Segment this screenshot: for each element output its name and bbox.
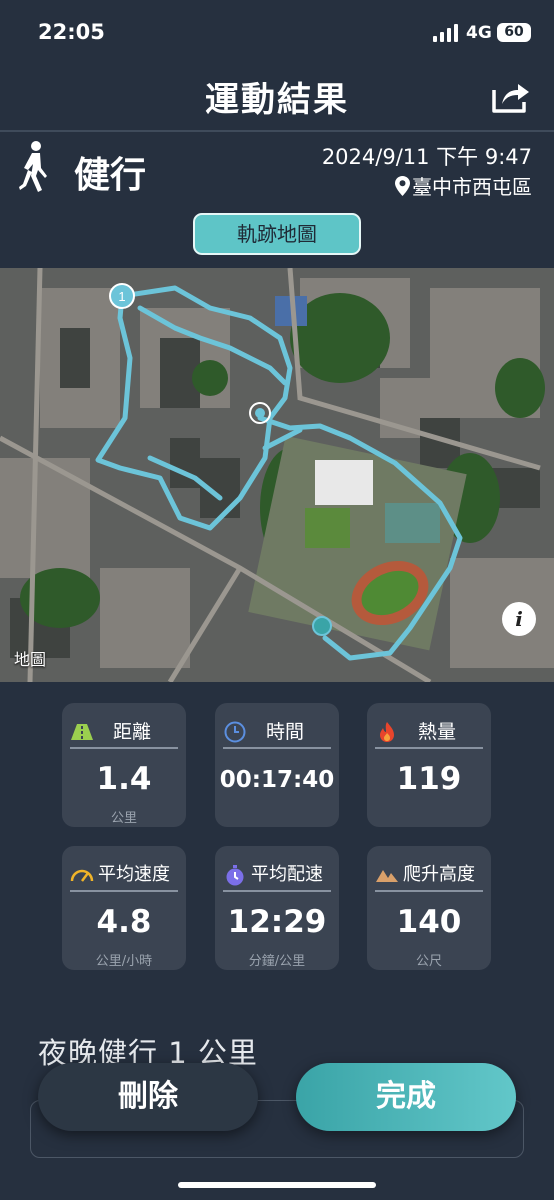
location-label: 臺中市西屯區 xyxy=(412,175,532,199)
status-bar: 22:05 4G 60 xyxy=(0,0,554,62)
stat-value: 12:29 xyxy=(227,904,327,940)
signal-icon xyxy=(433,24,458,42)
road-icon xyxy=(71,724,93,740)
stat-value: 00:17:40 xyxy=(219,767,335,793)
stat-header: 平均速度 xyxy=(70,856,178,892)
stat-header: 爬升高度 xyxy=(375,856,483,892)
page-title: 運動結果 xyxy=(205,80,349,120)
stat-value: 140 xyxy=(396,904,462,940)
activity-datetime: 2024/9/11 下午 9:47 xyxy=(321,145,532,169)
delete-button[interactable]: 刪除 xyxy=(38,1063,258,1131)
map-attribution: 地圖 xyxy=(14,646,46,670)
stat-header: 平均配速 xyxy=(223,856,331,892)
stat-card-avg-speed: 平均速度 4.8 公里/小時 xyxy=(62,846,186,970)
speedometer-icon xyxy=(70,869,94,882)
map-attribution-label: 地圖 xyxy=(14,650,47,669)
activity-location: 臺中市西屯區 xyxy=(395,171,532,200)
share-icon[interactable] xyxy=(490,78,532,114)
stat-label: 平均速度 xyxy=(98,864,170,885)
stat-label: 平均配速 xyxy=(251,864,323,885)
walker-icon xyxy=(19,141,47,192)
home-indicator[interactable] xyxy=(178,1182,376,1188)
stat-unit: 公里 xyxy=(110,811,137,826)
stat-header: 距離 xyxy=(70,713,178,749)
map-satellite-image: 1 xyxy=(0,268,554,682)
stat-card-calories: 熱量 119 xyxy=(367,703,491,827)
battery-level: 60 xyxy=(504,24,524,40)
network-label: 4G xyxy=(466,23,492,43)
stat-value: 1.4 xyxy=(96,761,152,797)
tab-track-map[interactable]: 軌跡地圖 xyxy=(193,213,361,255)
activity-type: 健行 xyxy=(74,155,147,196)
flame-icon xyxy=(380,722,394,742)
stat-label: 時間 xyxy=(265,720,304,743)
route-start-label: 1 xyxy=(118,289,125,304)
header-divider xyxy=(0,130,554,132)
clock-icon xyxy=(224,721,246,743)
stat-card-avg-pace: 平均配速 12:29 分鐘/公里 xyxy=(215,846,339,970)
stat-header: 熱量 xyxy=(375,713,483,749)
route-map[interactable]: 1 地圖 i xyxy=(0,268,554,682)
location-pin-icon xyxy=(395,175,410,196)
stat-header: 時間 xyxy=(223,713,331,749)
stat-card-time: 時間 00:17:40 xyxy=(215,703,339,827)
stat-unit: 公里/小時 xyxy=(95,954,153,969)
stat-card-distance: 距離 1.4 公里 xyxy=(62,703,186,827)
stat-unit: 分鐘/公里 xyxy=(248,954,306,969)
stat-label: 熱量 xyxy=(417,720,456,743)
stat-value: 119 xyxy=(396,761,462,797)
battery-icon: 60 xyxy=(497,23,531,42)
current-location-dot xyxy=(255,408,265,418)
mountain-icon xyxy=(376,870,398,882)
route-end-marker[interactable] xyxy=(312,616,332,636)
stat-label: 爬升高度 xyxy=(403,864,475,885)
stat-unit: 公尺 xyxy=(415,954,442,969)
stat-card-elevation: 爬升高度 140 公尺 xyxy=(367,846,491,970)
stat-label: 距離 xyxy=(112,720,151,743)
map-info-button[interactable]: i xyxy=(502,602,536,636)
stat-value: 4.8 xyxy=(96,904,152,940)
status-time: 22:05 xyxy=(38,20,105,44)
done-button[interactable]: 完成 xyxy=(296,1063,516,1131)
stopwatch-icon xyxy=(226,865,244,886)
